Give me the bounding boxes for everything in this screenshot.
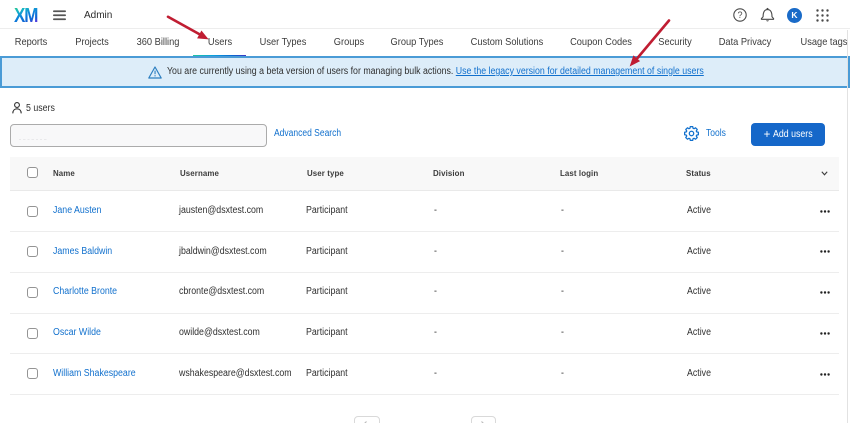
svg-text:XM: XM: [14, 5, 38, 25]
svg-text:?: ?: [737, 10, 742, 20]
